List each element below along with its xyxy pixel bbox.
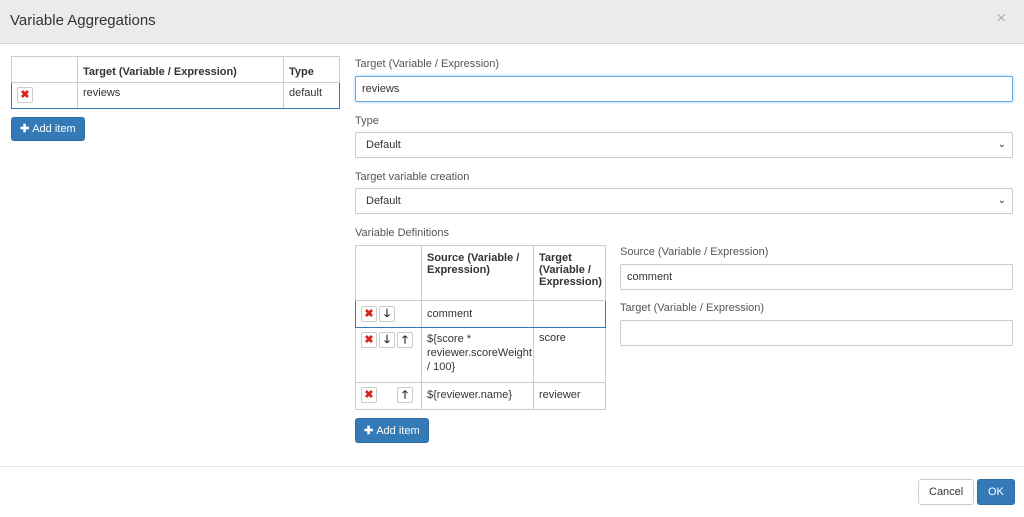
row-actions: ✖ 🡓 xyxy=(355,300,422,328)
detail-source-input[interactable] xyxy=(620,264,1013,290)
add-aggregation-label: Add item xyxy=(32,123,76,135)
delete-icon[interactable]: ✖ xyxy=(361,332,377,348)
row-source[interactable]: ${reviewer.name} xyxy=(421,382,534,410)
row-source[interactable]: comment xyxy=(421,300,534,328)
table-row[interactable]: ✖ reviews default xyxy=(11,82,340,109)
plus-icon: ✚ xyxy=(20,123,30,135)
type-select-value: Default xyxy=(366,139,401,151)
detail-source-label: Source (Variable / Expression) xyxy=(620,246,769,258)
delete-icon[interactable]: ✖ xyxy=(361,306,377,322)
column-header-target: Target (Variable / Expression) xyxy=(533,245,606,301)
ok-button[interactable]: OK xyxy=(977,479,1015,505)
row-actions: ✖ xyxy=(11,82,78,109)
column-header-target: Target (Variable / Expression) xyxy=(77,56,284,83)
aggregations-table: Target (Variable / Expression) Type ✖ re… xyxy=(11,56,340,109)
target-input[interactable] xyxy=(355,76,1013,102)
row-target[interactable]: reviewer xyxy=(533,382,606,410)
dialog-footer xyxy=(0,466,1024,517)
add-definition-label: Add item xyxy=(376,424,420,437)
arrow-up-icon[interactable]: 🡑 xyxy=(397,387,413,403)
add-aggregation-button[interactable]: ✚ Add item xyxy=(11,117,85,141)
definitions-label: Variable Definitions xyxy=(355,227,449,239)
delete-icon[interactable]: ✖ xyxy=(361,387,377,403)
column-header-type: Type xyxy=(283,56,340,83)
creation-label: Target variable creation xyxy=(355,171,470,183)
type-select[interactable]: Default ⌄ xyxy=(355,132,1013,158)
row-actions: ✖ 🡑 xyxy=(355,382,422,410)
chevron-down-icon: ⌄ xyxy=(997,195,1006,206)
detail-target-label: Target (Variable / Expression) xyxy=(620,302,765,314)
creation-select-value: Default xyxy=(366,195,401,207)
detail-target-input[interactable] xyxy=(620,320,1013,346)
row-target[interactable]: reviews xyxy=(77,82,284,109)
column-header-actions xyxy=(355,245,422,301)
cancel-button[interactable]: Cancel xyxy=(918,479,975,505)
delete-icon[interactable]: ✖ xyxy=(17,87,33,103)
chevron-down-icon: ⌄ xyxy=(997,139,1006,150)
row-source[interactable]: ${score * reviewer.scoreWeight / 100} xyxy=(421,327,534,383)
row-target[interactable]: score xyxy=(533,327,606,383)
dialog-header: Variable Aggregations × xyxy=(0,0,1024,44)
arrow-down-icon[interactable]: 🡓 xyxy=(379,306,395,322)
table-row[interactable]: ✖ 🡑 ${reviewer.name} reviewer xyxy=(355,382,606,410)
column-header-source: Source (Variable / Expression) xyxy=(421,245,534,301)
creation-select[interactable]: Default ⌄ xyxy=(355,188,1013,214)
type-label: Type xyxy=(355,115,379,127)
row-target[interactable] xyxy=(533,300,606,328)
dialog-title: Variable Aggregations xyxy=(10,12,156,29)
plus-icon: ✚ xyxy=(364,424,374,437)
column-header-actions xyxy=(11,56,78,83)
arrow-down-icon[interactable]: 🡓 xyxy=(379,332,395,348)
arrow-up-icon[interactable]: 🡑 xyxy=(397,332,413,348)
table-row[interactable]: ✖ 🡓 🡑 ${score * reviewer.scoreWeight / 100… xyxy=(355,327,606,383)
close-icon[interactable]: × xyxy=(997,10,1006,28)
definitions-table: Source (Variable / Expression) Target (V… xyxy=(355,245,606,410)
table-row[interactable]: ✖ 🡓 comment xyxy=(355,300,606,328)
row-type[interactable]: default xyxy=(283,82,340,109)
target-label: Target (Variable / Expression) xyxy=(355,58,500,70)
row-actions: ✖ 🡓 🡑 xyxy=(355,327,422,383)
add-definition-button[interactable]: ✚ Add item xyxy=(355,418,429,443)
